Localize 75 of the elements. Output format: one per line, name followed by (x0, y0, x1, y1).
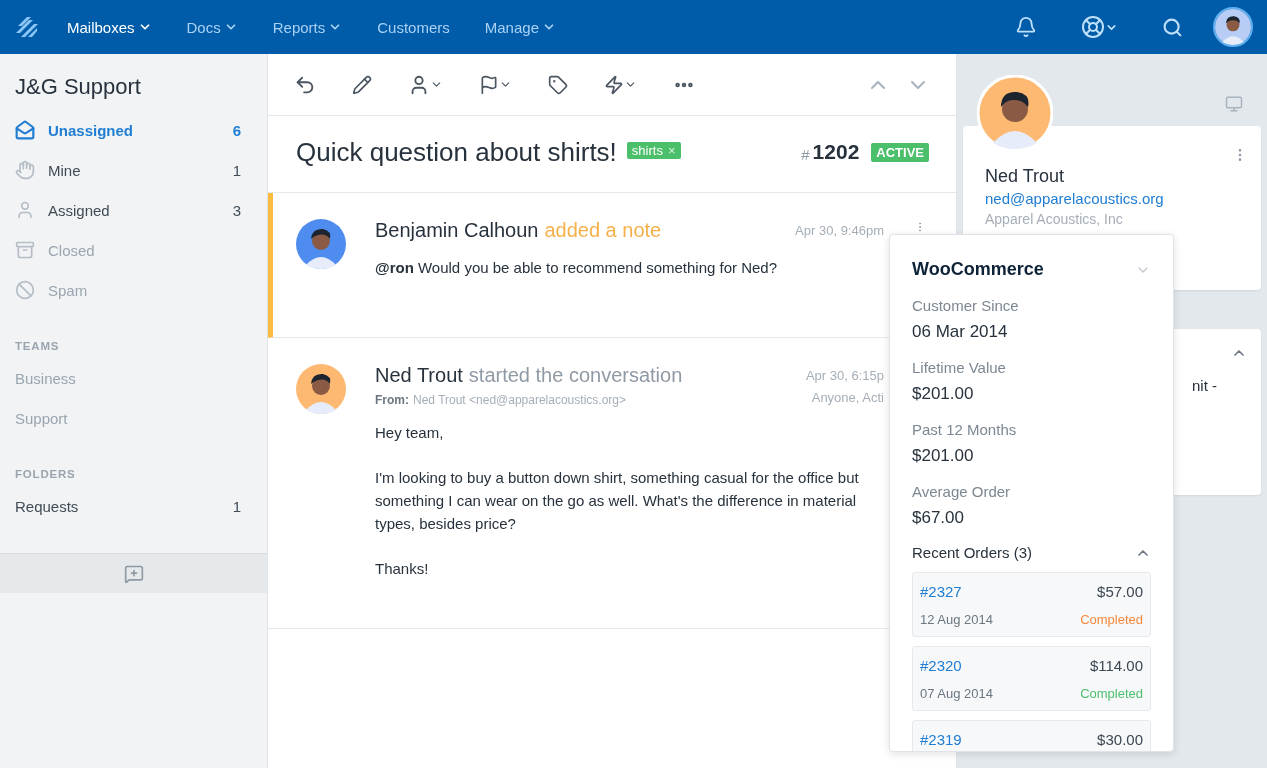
order-number[interactable]: #2319 (920, 731, 962, 748)
field-label: Lifetime Value (912, 359, 1007, 376)
customer-name: Ned Trout (985, 166, 1066, 187)
tag-icon[interactable] (548, 74, 568, 95)
message-text: I'm looking to buy a button down shirt, something casual for the office but something I can wear on the go as well. What's the difference in material types, besides price? (375, 468, 860, 534)
section-heading: FOLDERS (14, 467, 77, 482)
folder-item[interactable]: Assigned 3 (0, 190, 267, 230)
sidebar-item[interactable]: Business (0, 358, 267, 398)
avatar (296, 219, 346, 269)
order-total: $30.00 (1097, 731, 1143, 748)
nav-item[interactable]: Docs (186, 18, 238, 36)
avatar (296, 364, 346, 414)
user-avatar[interactable] (1213, 7, 1253, 47)
message-text: Thanks! (375, 559, 430, 579)
from-line: From: Ned Trout <ned@apparelacoustics.org> (375, 393, 627, 407)
customer-company: Apparel Acoustics, Inc (985, 211, 1124, 227)
tag-chip[interactable]: shirts × (626, 141, 681, 159)
archive-icon (15, 240, 35, 260)
orders-heading: Recent Orders (3) (912, 544, 1033, 561)
flag-button[interactable] (479, 74, 512, 95)
flag-icon (479, 74, 499, 95)
lifebuoy-icon (1081, 15, 1105, 39)
hand-icon (15, 160, 35, 180)
section-heading: TEAMS (14, 339, 61, 354)
envelope-icon (15, 120, 35, 140)
conversation-number: 1202 (812, 140, 860, 164)
thread-time: Apr 30, 9:46pm (795, 223, 884, 238)
folder-item[interactable]: Mine 1 (0, 150, 267, 190)
order-total: $57.00 (1097, 583, 1143, 600)
conversation-subject: Quick question about shirts! (296, 136, 617, 168)
field-value: $67.00 (912, 508, 965, 528)
nav-item[interactable]: Manage (484, 18, 556, 36)
order-status: Completed (1080, 686, 1143, 701)
avatar (1215, 9, 1251, 45)
field-value: $201.00 (912, 446, 975, 466)
field-label: Past 12 Months (912, 421, 1018, 438)
order-number[interactable]: #2327 (920, 583, 962, 600)
nav-item[interactable]: Customers (377, 18, 450, 36)
mailbox-title: J&G Support (14, 73, 142, 101)
ban-icon (15, 280, 35, 300)
order-date: 07 Aug 2014 (920, 686, 994, 701)
folder-item[interactable]: Closed (0, 230, 267, 270)
lightning-icon (604, 74, 624, 95)
order-total: $114.00 (1089, 657, 1143, 674)
thread-title: Benjamin Calhoun added a note (375, 219, 663, 242)
sidebar-item[interactable]: Support (0, 398, 267, 438)
message-text: @ron Would you be able to recommend something for Ned? (375, 258, 779, 278)
order-number[interactable]: #2320 (920, 657, 962, 674)
field-label: Average Order (912, 483, 1012, 500)
field-label: Customer Since (912, 297, 1020, 314)
order-date: 12 Aug 2014 (920, 612, 994, 627)
sidebar-item[interactable]: Requests 1 (0, 486, 267, 526)
number-sign: # (801, 145, 810, 163)
help-button[interactable] (1081, 15, 1118, 39)
card-text: nit - (1192, 377, 1217, 394)
popover-title: WooCommerce (912, 259, 1044, 280)
field-value: 06 Mar 2014 (912, 322, 1009, 342)
status-badge[interactable]: ACTIVE (871, 142, 929, 162)
folder-item[interactable]: Unassigned 6 (0, 110, 267, 150)
search-icon[interactable] (1162, 16, 1183, 38)
order-status: Completed (1080, 612, 1143, 627)
nav-item[interactable]: Mailboxes (67, 18, 152, 36)
field-value: $201.00 (912, 384, 975, 404)
workflow-button[interactable] (604, 74, 637, 95)
message-text: Hey team, (375, 423, 445, 443)
person-icon (15, 200, 35, 220)
thread-time: Apr 30, 6:15p (805, 368, 884, 383)
bell-icon[interactable] (1015, 16, 1037, 38)
customer-email[interactable]: ned@apparelacoustics.org (985, 190, 1239, 207)
thread-title: Ned Trout started the conversation (375, 364, 684, 387)
pencil-icon[interactable] (352, 74, 372, 95)
logo-icon[interactable] (14, 14, 40, 40)
folder-item[interactable]: Spam (0, 270, 267, 310)
nav-item[interactable]: Reports (272, 18, 343, 36)
thread-meta: Anyone, Acti (811, 390, 884, 405)
